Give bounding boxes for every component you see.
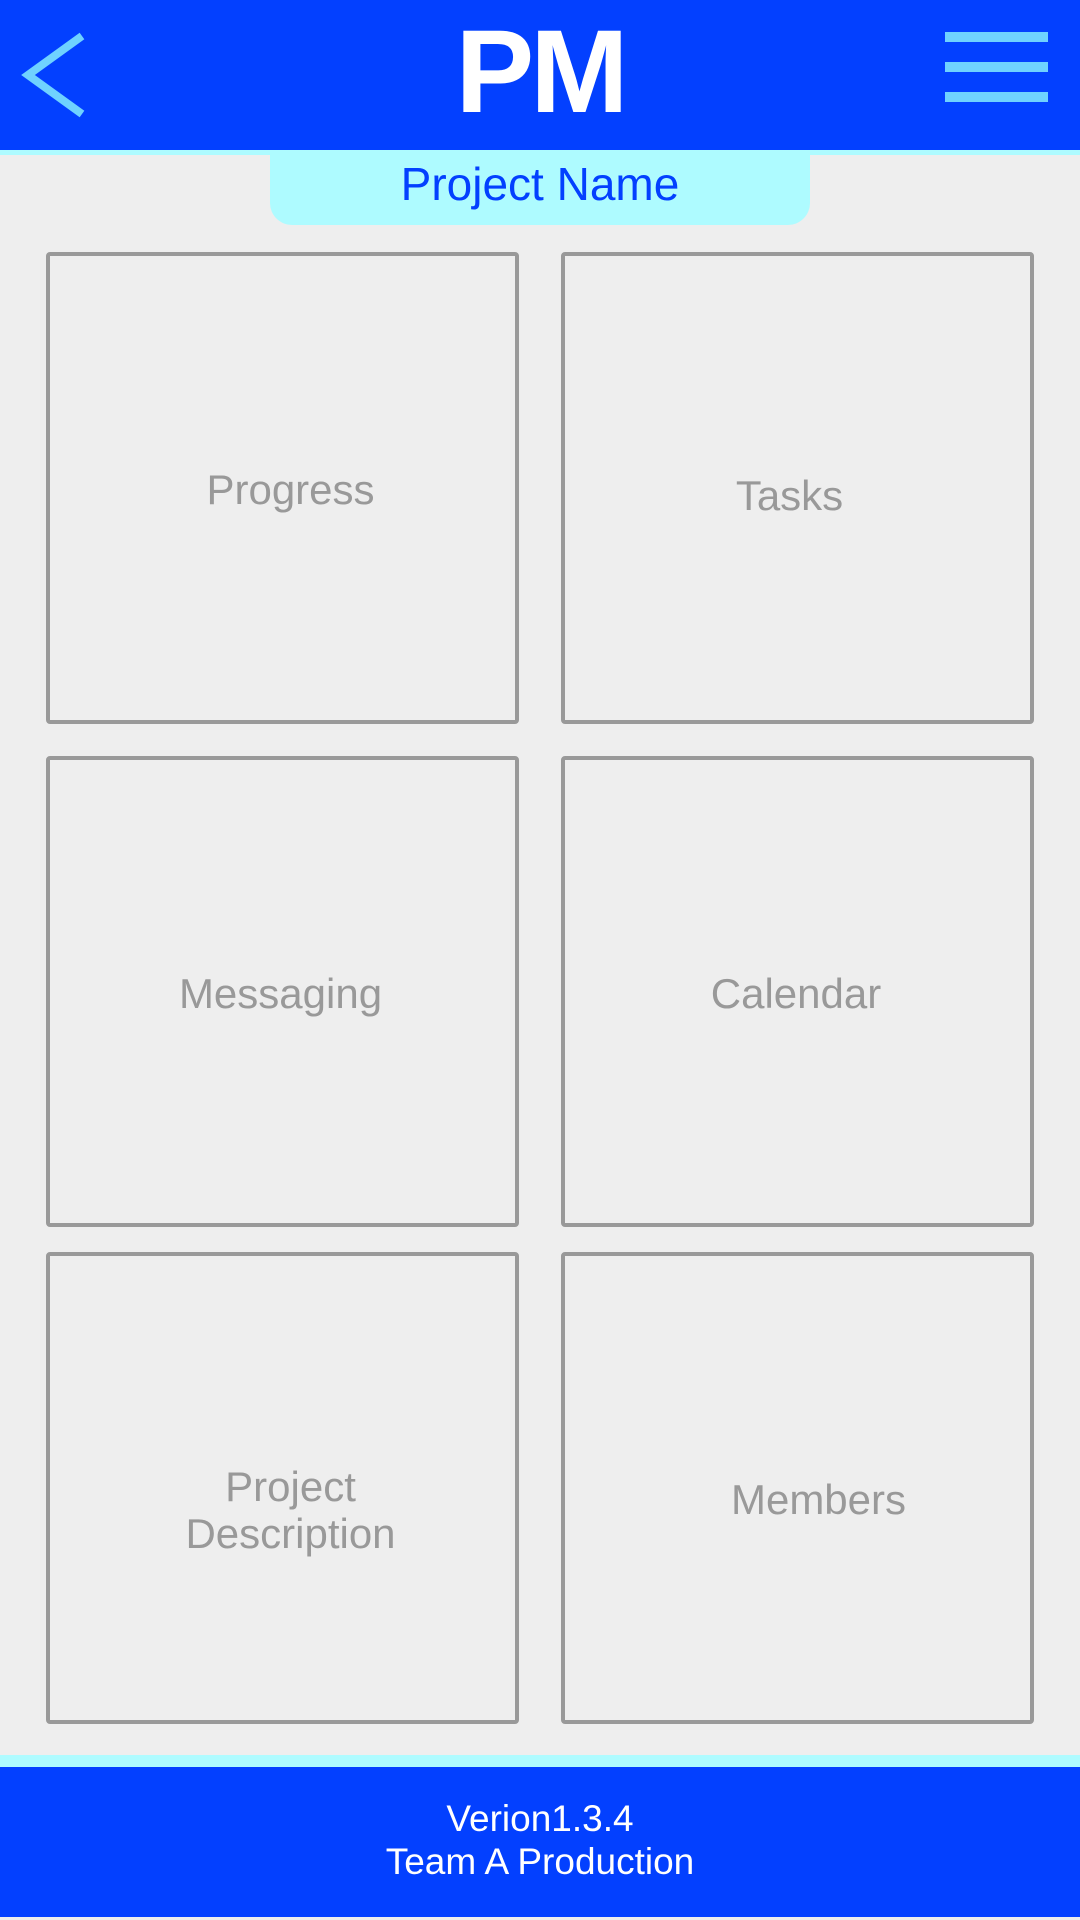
progress-tile[interactable]: Progress <box>46 252 519 724</box>
progress-tile-label: Progress <box>206 466 375 513</box>
tasks-tile[interactable]: Tasks <box>561 252 1034 724</box>
calendar-tile-label: Calendar <box>710 970 882 1017</box>
project-description-tile-label-line1: Project <box>225 1463 356 1510</box>
footer-accent-stripe <box>0 1755 1080 1767</box>
tasks-tile-label: Tasks <box>735 472 844 519</box>
version-text: Verion1.3.4 <box>446 1798 634 1839</box>
project-description-tile-label-line2: Description <box>185 1510 396 1557</box>
messaging-tile-label: Messaging <box>178 970 383 1017</box>
app-screen: PM Project Name Progress Tasks Messaging… <box>0 0 1080 1920</box>
team-text: Team A Production <box>385 1841 695 1882</box>
calendar-tile[interactable]: Calendar <box>561 756 1034 1227</box>
project-name-tab: Project Name <box>270 155 810 225</box>
header-bar: PM <box>0 0 1080 150</box>
hamburger-menu-icon-bar <box>945 62 1048 72</box>
project-description-tile[interactable]: Project Description <box>46 1252 519 1724</box>
chevron-left-icon <box>21 32 85 118</box>
members-tile[interactable]: Members <box>561 1252 1034 1724</box>
menu-button[interactable] <box>945 30 1048 104</box>
hamburger-menu-icon <box>945 32 1048 42</box>
back-button[interactable] <box>18 30 98 120</box>
app-title: PM <box>455 6 629 138</box>
hamburger-menu-icon-bar <box>945 92 1048 102</box>
footer-bar: Verion1.3.4 Team A Production <box>0 1767 1080 1917</box>
members-tile-label: Members <box>730 1476 907 1523</box>
project-name: Project Name <box>400 158 680 210</box>
messaging-tile[interactable]: Messaging <box>46 756 519 1227</box>
